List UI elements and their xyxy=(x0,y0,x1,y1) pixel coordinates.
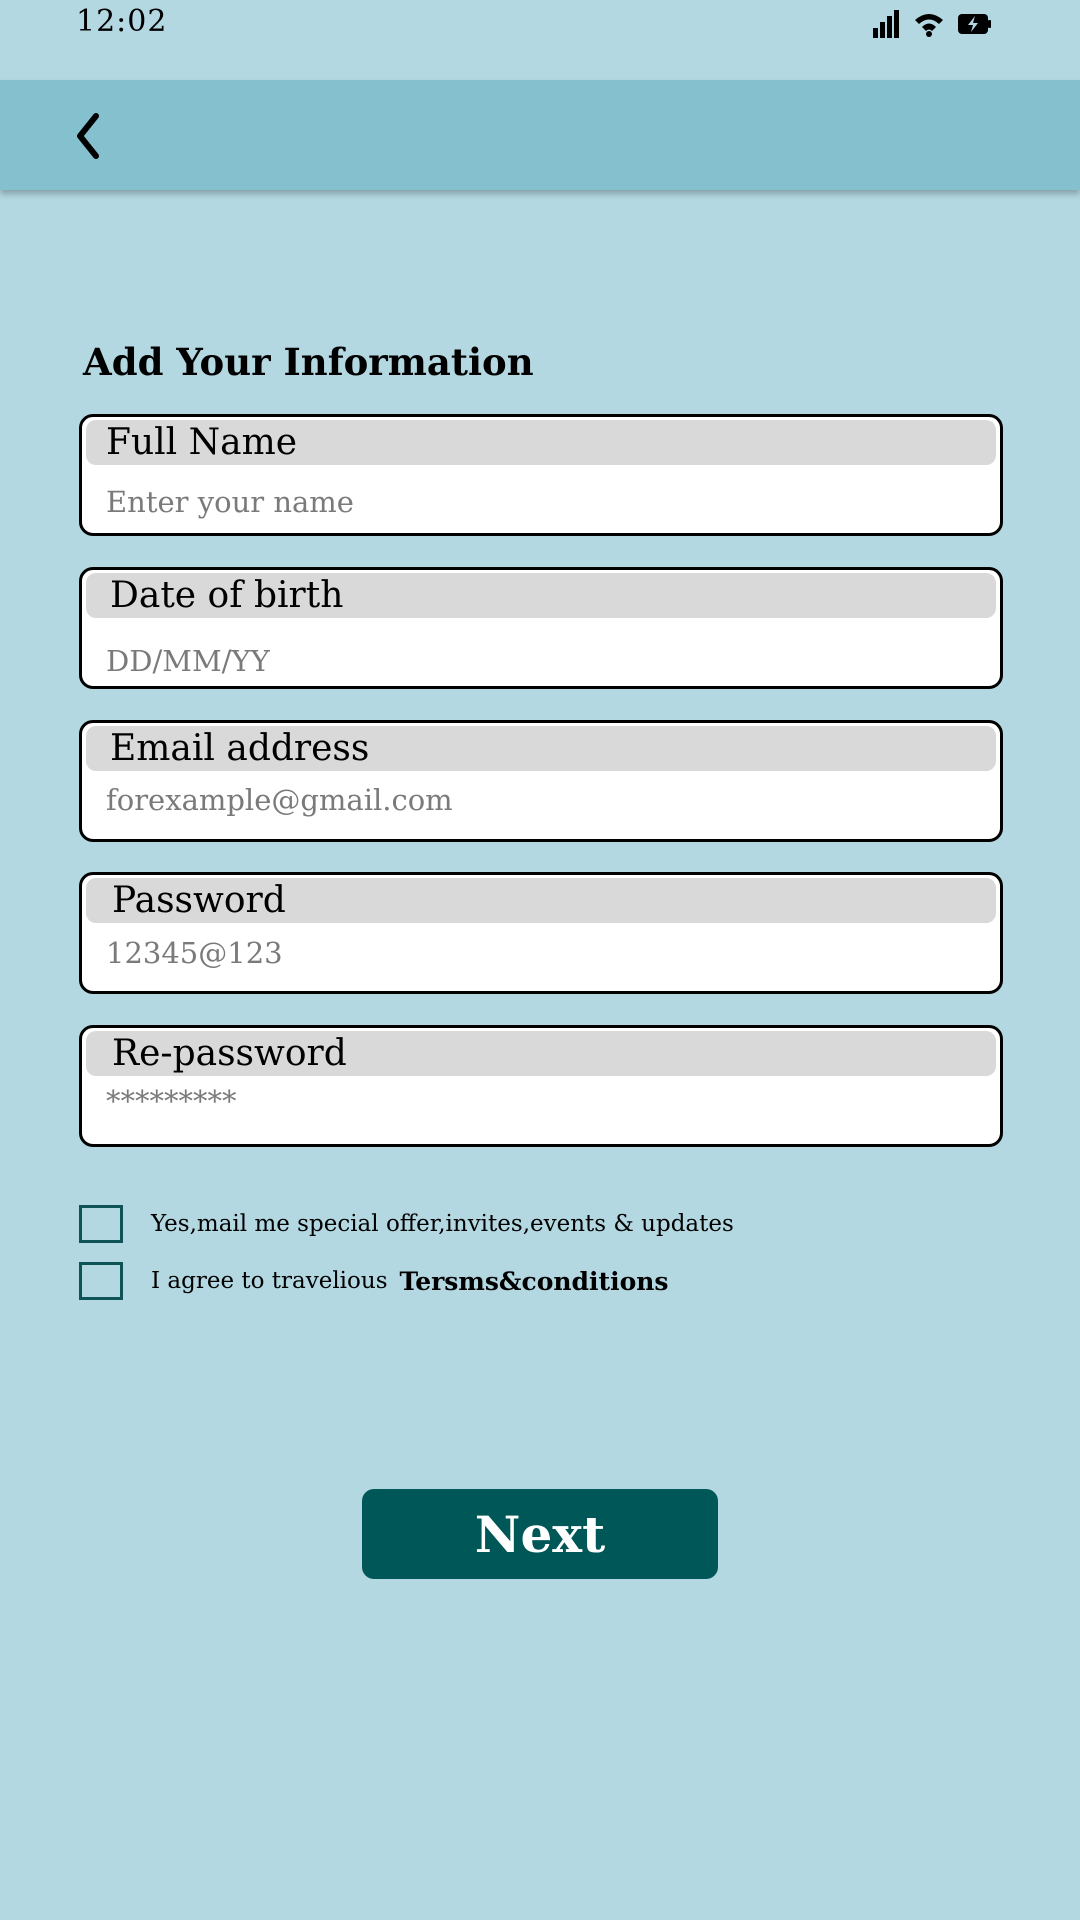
password-label: Password xyxy=(112,880,286,921)
offers-checkbox-row: Yes,mail me special offer,invites,events… xyxy=(79,1204,734,1244)
email-input[interactable] xyxy=(106,777,966,823)
password-field: Password xyxy=(79,872,1003,994)
password-input[interactable] xyxy=(106,930,966,976)
status-time: 12:02 xyxy=(76,4,168,39)
full-name-label: Full Name xyxy=(106,422,298,463)
chevron-left-icon xyxy=(68,113,128,168)
re-password-field: Re-password xyxy=(79,1025,1003,1147)
terms-checkbox-label: I agree to travelious xyxy=(151,1268,388,1294)
next-button[interactable]: Next xyxy=(362,1489,718,1579)
date-of-birth-input[interactable] xyxy=(106,638,966,684)
re-password-label: Re-password xyxy=(112,1033,347,1074)
full-name-input[interactable] xyxy=(106,479,966,525)
terms-and-conditions-link[interactable]: Tersms&conditions xyxy=(400,1267,669,1296)
status-icons xyxy=(872,10,992,38)
terms-checkbox-row: I agree to travelious Tersms&conditions xyxy=(79,1261,669,1301)
field-header: Email address xyxy=(86,726,996,771)
field-header: Re-password xyxy=(86,1031,996,1076)
email-field: Email address xyxy=(79,720,1003,842)
field-header: Full Name xyxy=(86,420,996,465)
app-bar xyxy=(0,80,1080,190)
offers-checkbox-label: Yes,mail me special offer,invites,events… xyxy=(151,1211,734,1237)
field-header: Password xyxy=(86,878,996,923)
field-header: Date of birth xyxy=(86,573,996,618)
terms-checkbox[interactable] xyxy=(79,1262,123,1300)
re-password-input[interactable] xyxy=(106,1078,966,1124)
status-bar: 12:02 xyxy=(0,0,1080,78)
wifi-icon xyxy=(914,11,944,37)
full-name-field: Full Name xyxy=(79,414,1003,536)
date-of-birth-label: Date of birth xyxy=(110,575,344,616)
email-label: Email address xyxy=(110,728,370,769)
offers-checkbox[interactable] xyxy=(79,1205,123,1243)
signal-icon xyxy=(872,10,900,38)
page-title: Add Your Information xyxy=(83,340,534,384)
back-button[interactable] xyxy=(68,108,128,164)
date-of-birth-field: Date of birth xyxy=(79,567,1003,689)
battery-charging-icon xyxy=(958,13,992,35)
